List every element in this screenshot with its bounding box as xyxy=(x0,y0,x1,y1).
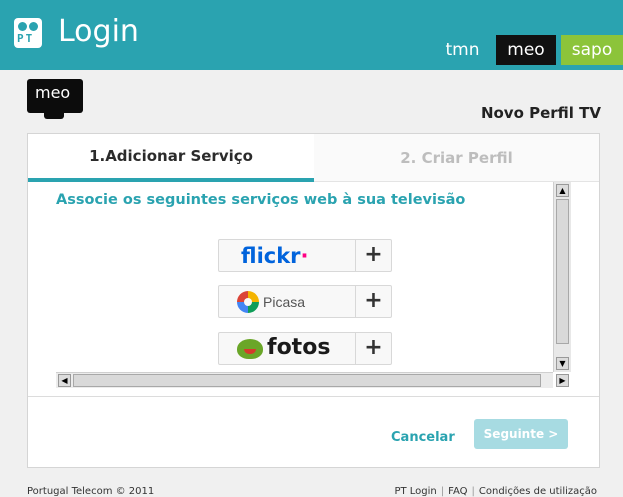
brand-meo-link[interactable]: meo xyxy=(496,35,556,65)
wizard-tabs: 1.Adicionar Serviço 2. Criar Perfil xyxy=(28,134,599,182)
add-fotos-button[interactable]: + xyxy=(356,333,391,364)
meo-tv-logo: meo xyxy=(27,79,83,113)
footer-link-terms[interactable]: Condições de utilização xyxy=(479,486,597,497)
add-picasa-button[interactable]: + xyxy=(356,286,391,317)
vertical-scroll-thumb[interactable] xyxy=(556,199,569,344)
tab-criar-perfil[interactable]: 2. Criar Perfil xyxy=(314,134,599,182)
scroll-left-icon[interactable]: ◀ xyxy=(58,374,71,387)
picasa-name: Picasa xyxy=(263,294,306,310)
brand-tmn-link[interactable]: tmn xyxy=(434,35,491,65)
page-title: Login xyxy=(58,14,139,49)
service-picasa[interactable]: Picasa + xyxy=(218,285,392,318)
frog-icon xyxy=(237,339,263,359)
footer-copyright: Portugal Telecom © 2011 xyxy=(27,486,155,497)
pt-logo-text: PT xyxy=(17,32,35,45)
services-heading: Associe os seguintes serviços web à sua … xyxy=(56,192,466,208)
flickr-name: flickr xyxy=(241,244,301,268)
profile-title: Novo Perfil TV xyxy=(480,104,601,122)
horizontal-scrollbar[interactable]: ◀ ▶ xyxy=(56,372,569,388)
footer-links: PT Login | FAQ | Condições de utilização xyxy=(394,486,597,497)
fotos-logo: fotos xyxy=(219,333,356,364)
meo-logo-text: meo xyxy=(35,83,71,102)
tab-adicionar-servico[interactable]: 1.Adicionar Serviço xyxy=(28,134,314,182)
service-list-area: Associe os seguintes serviços web à sua … xyxy=(28,182,573,390)
add-flickr-button[interactable]: + xyxy=(356,240,391,271)
picasa-logo: Picasa xyxy=(219,286,356,317)
divider xyxy=(28,396,599,397)
scroll-down-icon[interactable]: ▼ xyxy=(556,357,569,370)
meo-tv-stand xyxy=(44,113,64,119)
horizontal-scroll-thumb[interactable] xyxy=(73,374,541,387)
header-bar: PT Login tmn meo sapo xyxy=(0,0,623,70)
scroll-right-icon[interactable]: ▶ xyxy=(556,374,569,387)
pt-logo-icon: PT xyxy=(14,18,42,48)
picasa-icon xyxy=(237,291,259,313)
service-flickr[interactable]: flickr· + xyxy=(218,239,392,272)
fotos-name: fotos xyxy=(267,335,331,360)
scroll-up-icon[interactable]: ▲ xyxy=(556,184,569,197)
footer-link-faq[interactable]: FAQ xyxy=(448,486,467,497)
service-fotos[interactable]: fotos + xyxy=(218,332,392,365)
cancel-button[interactable]: Cancelar xyxy=(391,430,455,445)
vertical-scrollbar[interactable]: ▲ ▼ xyxy=(553,182,571,372)
footer-link-pt-login[interactable]: PT Login xyxy=(394,486,436,497)
next-button[interactable]: Seguinte > xyxy=(474,419,568,449)
wizard-panel: 1.Adicionar Serviço 2. Criar Perfil Asso… xyxy=(27,133,600,468)
flickr-logo: flickr· xyxy=(219,240,356,271)
brand-sapo-link[interactable]: sapo xyxy=(561,35,623,65)
